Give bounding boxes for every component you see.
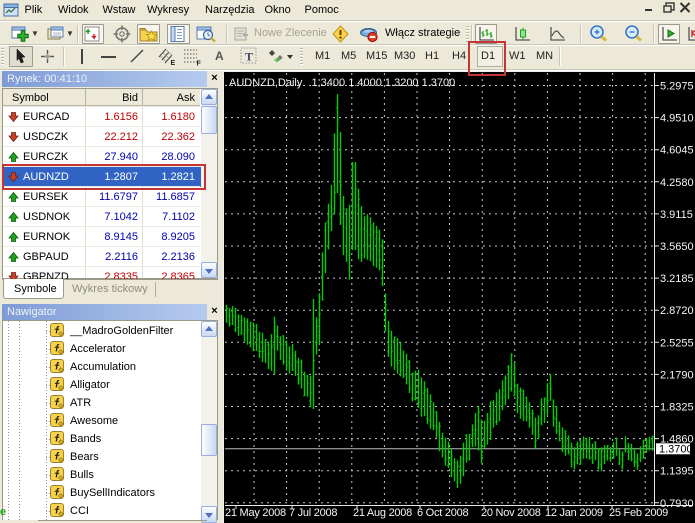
svg-text:3.5650: 3.5650	[660, 241, 694, 253]
svg-text:2.5255: 2.5255	[660, 337, 694, 349]
svg-text:4.6045: 4.6045	[660, 145, 694, 157]
svg-text:E: E	[171, 60, 176, 66]
svg-text:5.2975: 5.2975	[660, 81, 694, 93]
svg-text:4.9510: 4.9510	[660, 113, 694, 125]
svg-text:2.1790: 2.1790	[660, 369, 694, 381]
svg-text:4.2580: 4.2580	[660, 177, 694, 189]
svg-text:21 May 2008: 21 May 2008	[225, 507, 286, 519]
svg-text:1.8325: 1.8325	[660, 402, 694, 414]
svg-text:6 Oct 2008: 6 Oct 2008	[417, 507, 468, 519]
svg-text:1.1395: 1.1395	[660, 466, 694, 478]
svg-text:21 Aug 2008: 21 Aug 2008	[353, 507, 412, 519]
svg-text:1.3700: 1.3700	[659, 444, 693, 456]
svg-text:3.9115: 3.9115	[660, 209, 693, 221]
svg-text:3.2185: 3.2185	[660, 273, 694, 285]
svg-text:T: T	[245, 50, 253, 64]
svg-text:2.8720: 2.8720	[660, 305, 694, 317]
svg-text:F: F	[197, 61, 202, 67]
svg-text:12 Jan 2009: 12 Jan 2009	[545, 507, 603, 519]
svg-text:20 Nov 2008: 20 Nov 2008	[481, 507, 541, 519]
svg-text:AUDNZD,Daily 1.3400 1.4000 1: AUDNZD,Daily 1.3400 1.4000 1.3200 1.3700	[229, 77, 455, 89]
svg-text:7 Jul 2008: 7 Jul 2008	[289, 507, 337, 519]
svg-text:25 Feb 2009: 25 Feb 2009	[609, 507, 668, 519]
